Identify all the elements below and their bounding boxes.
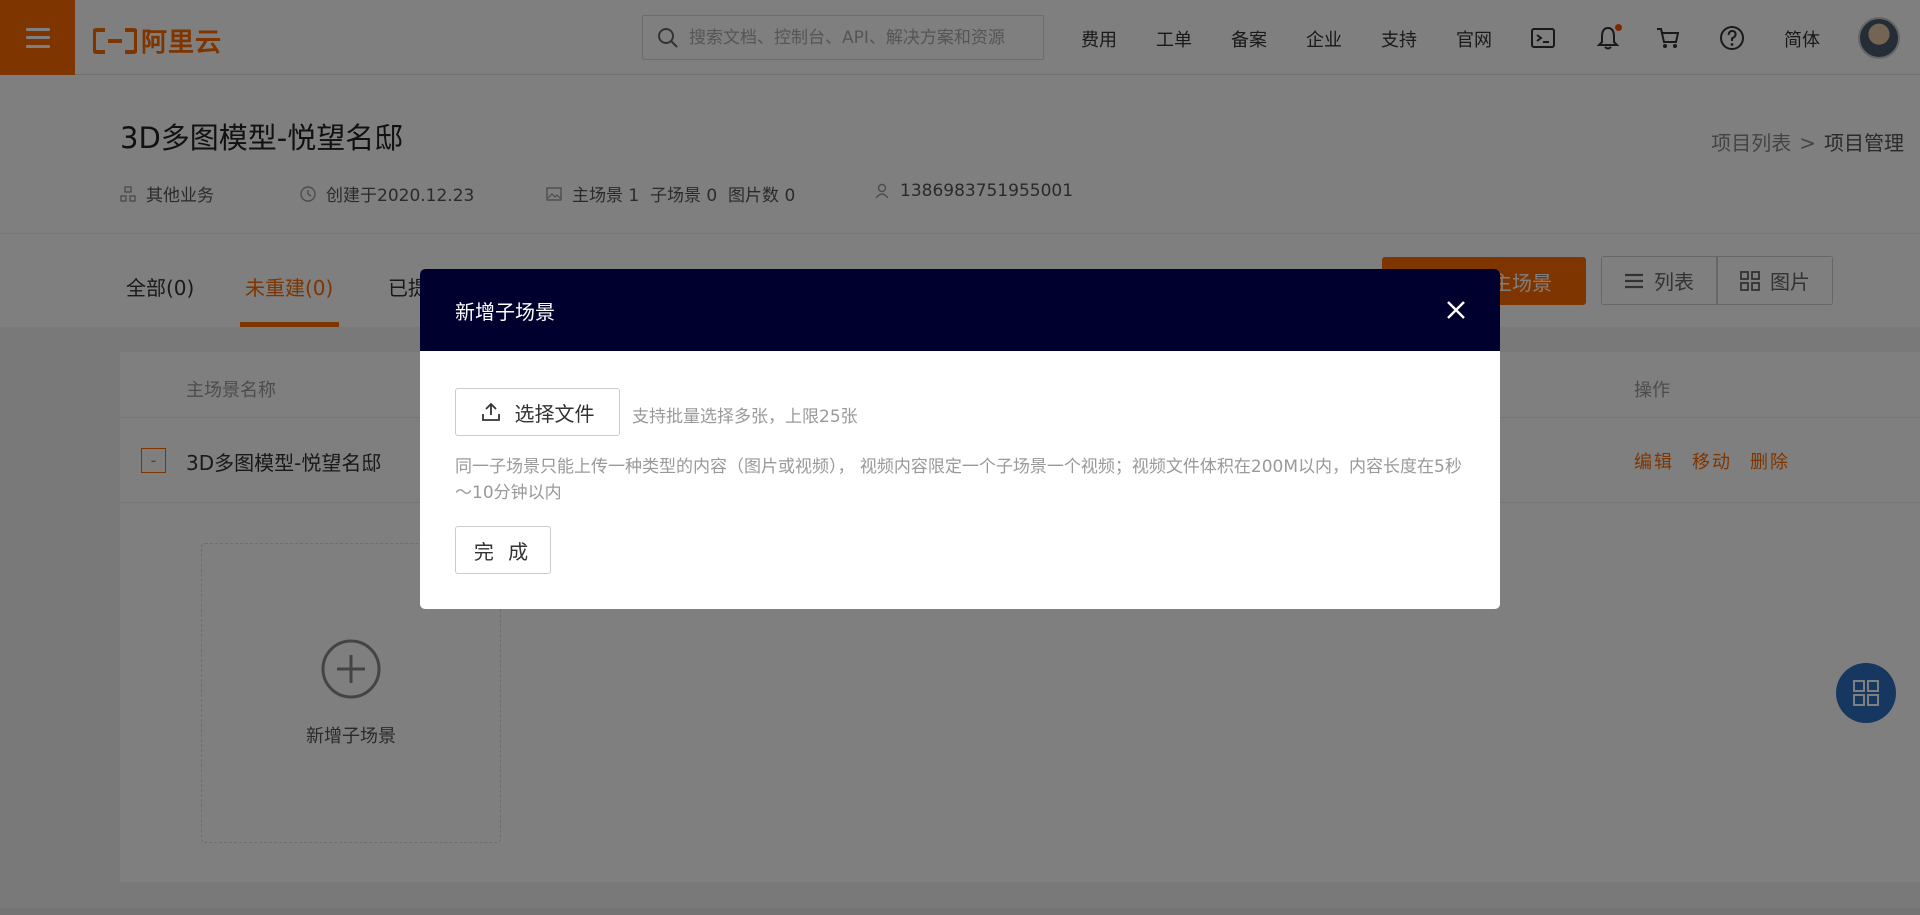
add-sub-scene-dialog: 新增子场景 选择文件 支持批量选择多张，上限25张 同一子场景只能上传一种类型的…	[420, 269, 1500, 609]
dialog-header: 新增子场景	[420, 269, 1500, 351]
upload-icon	[481, 402, 500, 421]
upload-restriction-note: 同一子场景只能上传一种类型的内容（图片或视频）， 视频内容限定一个子场景一个视频…	[455, 457, 1462, 503]
select-file-label: 选择文件	[514, 401, 595, 426]
upload-hint: 支持批量选择多张，上限25张	[632, 407, 858, 427]
select-file-button[interactable]: 选择文件	[455, 388, 620, 436]
done-button[interactable]: 完 成	[455, 526, 551, 574]
dialog-title: 新增子场景	[455, 299, 555, 324]
close-icon[interactable]	[1444, 298, 1468, 322]
